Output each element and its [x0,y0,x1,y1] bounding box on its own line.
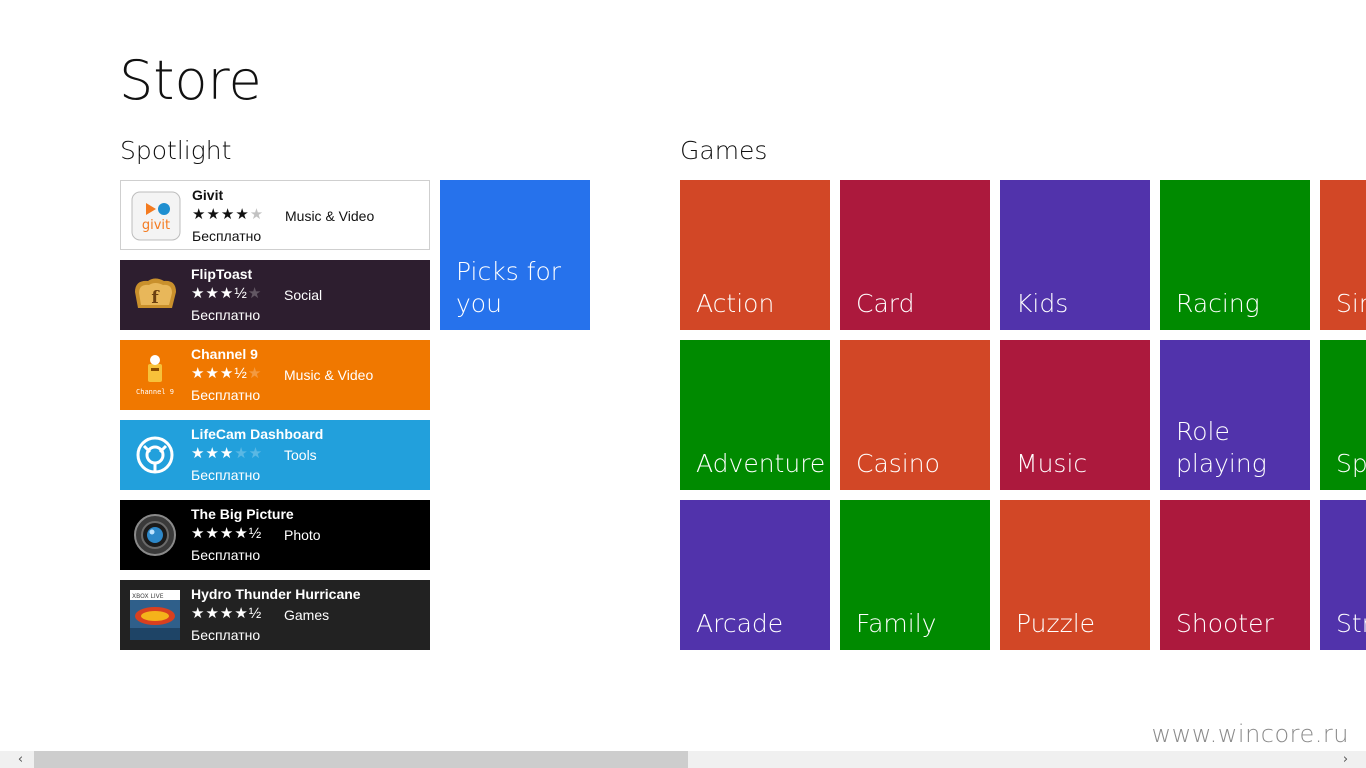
lifecam-icon [130,430,180,480]
app-name: The Big Picture [191,506,294,522]
scrollbar-thumb[interactable] [34,751,688,768]
star-rating: ★★★½★ [191,365,263,382]
game-tile-sin[interactable]: Sin [1320,180,1366,330]
scroll-right-icon[interactable]: › [1337,751,1354,768]
star-rating: ★★★★½ [191,605,263,622]
hydro-thunder-icon: XBOX LIVE [130,590,180,640]
app-tile-channel9[interactable]: Channel 9 Channel 9 ★★★½★ Music & Video … [120,340,430,410]
game-tile-label: Racing [1176,289,1260,318]
app-price: Бесплатно [191,467,261,483]
app-category: Social [284,287,323,303]
app-price: Бесплатно [191,307,261,323]
game-tile-label: Adventure [696,449,826,478]
star-rating: ★★★★★ [191,445,264,462]
app-category: Photo [284,527,321,543]
app-name: Hydro Thunder Hurricane [191,586,361,602]
app-tile-the-big-picture[interactable]: The Big Picture ★★★★½ Photo Бесплатно [120,500,430,570]
game-tile-label: Arcade [696,609,784,638]
app-tile-fliptoast[interactable]: f FlipToast ★★★½★ Social Бесплатно [120,260,430,330]
game-tile-label: Sin [1336,289,1366,318]
app-name: Channel 9 [191,346,258,362]
star-rating: ★★★½★ [191,285,263,302]
game-tile-sp[interactable]: Sp [1320,340,1366,490]
game-tile-racing[interactable]: Racing [1160,180,1310,330]
watermark: www.wincore.ru [1151,720,1349,748]
game-tile-label: Family [856,609,937,638]
app-category: Tools [284,447,317,463]
game-tile-kids[interactable]: Kids [1000,180,1150,330]
app-tile-hydro-thunder-hurricane[interactable]: XBOX LIVE Hydro Thunder Hurricane ★★★★½ … [120,580,430,650]
spotlight-heading[interactable]: Spotlight [120,134,231,168]
picks-for-you-tile[interactable]: Picks for you [440,180,590,330]
app-price: Бесплатно [191,627,261,643]
camera-lens-icon [130,510,180,560]
game-tile-adventure[interactable]: Adventure [680,340,830,490]
game-tile-action[interactable]: Action [680,180,830,330]
app-category: Games [284,607,330,623]
game-tile-puzzle[interactable]: Puzzle [1000,500,1150,650]
game-tile-label: Action [696,289,775,318]
game-tile-role-playing[interactable]: Role playing [1160,340,1310,490]
game-tile-label: Card [856,289,915,318]
app-category: Music & Video [285,208,375,224]
app-tile-lifecam-dashboard[interactable]: LifeCam Dashboard ★★★★★ Tools Бесплатно [120,420,430,490]
givit-logo-icon: givit [131,191,181,241]
toast-icon: f [130,270,180,320]
app-name: FlipToast [191,266,253,282]
star-rating: ★★★★½ [191,525,263,542]
svg-text:Channel 9: Channel 9 [136,388,174,396]
game-tile-casino[interactable]: Casino [840,340,990,490]
game-tile-label: Kids [1016,289,1069,318]
app-category: Music & Video [284,367,374,383]
game-tile-label: Casino [856,449,940,478]
game-tile-arcade[interactable]: Arcade [680,500,830,650]
games-heading[interactable]: Games [680,134,767,168]
app-name: Givit [192,187,224,203]
scroll-left-icon[interactable]: ‹ [12,751,29,768]
app-price: Бесплатно [191,547,261,563]
game-tile-str[interactable]: Str [1320,500,1366,650]
channel9-icon: Channel 9 [130,350,180,400]
app-tile-givit[interactable]: givit Givit ★★★★★ Music & Video Бесплатн… [120,180,430,250]
svg-text:XBOX LIVE: XBOX LIVE [132,593,164,600]
svg-text:givit: givit [142,218,170,233]
store-page: Store Spotlight Games givit Givit ★★★★★ … [0,0,1366,768]
game-tile-label: Music [1016,449,1088,478]
game-tile-label: Sp [1336,449,1366,478]
app-name: LifeCam Dashboard [191,426,324,442]
page-title: Store [119,49,262,112]
app-price: Бесплатно [192,228,262,244]
game-tile-shooter[interactable]: Shooter [1160,500,1310,650]
horizontal-scrollbar[interactable]: ‹ › [0,751,1366,768]
game-tile-music[interactable]: Music [1000,340,1150,490]
star-rating: ★★★★★ [192,206,265,223]
app-price: Бесплатно [191,387,261,403]
game-tile-label: Str [1336,609,1366,638]
game-tile-family[interactable]: Family [840,500,990,650]
game-tile-label: Role playing [1176,417,1267,478]
game-tile-label: Shooter [1176,609,1274,638]
game-tile-label: Puzzle [1016,609,1096,638]
picks-for-you-label: Picks for you [456,257,562,318]
game-tile-card[interactable]: Card [840,180,990,330]
